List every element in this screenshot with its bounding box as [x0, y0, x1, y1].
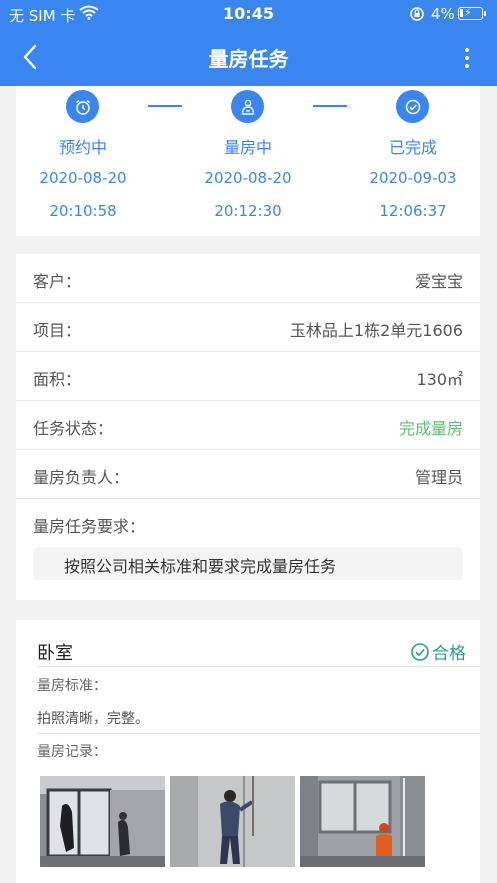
- more-button[interactable]: [458, 44, 476, 72]
- record-label: 量房记录：: [37, 744, 107, 760]
- customer-value: 爱宝宝: [414, 272, 463, 291]
- standard-label: 量房标准：: [37, 678, 107, 694]
- step-date: 2020-08-20: [204, 169, 292, 187]
- step-time: 20:10:58: [49, 202, 117, 220]
- step-label: 量房中: [223, 138, 272, 157]
- step-date: 2020-09-03: [369, 169, 457, 187]
- room-photo-window[interactable]: [40, 776, 165, 867]
- customer-label: 客户：: [33, 272, 82, 291]
- requirement-label: 量房任务要求：: [33, 517, 146, 536]
- manager-value: 管理员: [414, 468, 463, 487]
- step-label: 预约中: [58, 138, 107, 157]
- room-card: 卧室 合格 量房标准： 拍照清晰，完整。 量房记录：: [16, 620, 480, 883]
- more-vertical-icon: [465, 48, 469, 52]
- task-info-card: 客户： 爱宝宝 项目： 玉林品上1栋2单元1606 面积： 130㎡ 任务状态：…: [16, 254, 480, 600]
- charging-bolt-icon: ⚡: [464, 6, 472, 19]
- status-bar: 无 SIM 卡 10:45 4% ⚡: [0, 0, 497, 28]
- room-name: 卧室: [37, 643, 73, 664]
- step-date: 2020-08-20: [39, 169, 127, 187]
- measure-person-icon: [231, 90, 264, 123]
- project-row: 项目： 玉林品上1栋2单元1606: [16, 303, 480, 352]
- step-time: 12:06:37: [379, 202, 447, 220]
- rotation-lock-icon: [409, 6, 425, 26]
- project-value: 玉林品上1栋2单元1606: [289, 321, 463, 340]
- room-status-text: 合格: [432, 644, 466, 664]
- task-status-value: 完成量房: [398, 419, 463, 438]
- battery-icon: ⚡: [458, 6, 486, 20]
- requirement-text: 按照公司相关标准和要求完成量房任务: [64, 557, 337, 576]
- alarm-clock-icon: [66, 90, 99, 123]
- battery-percent: 4%: [431, 5, 455, 23]
- requirement-box: 按照公司相关标准和要求完成量房任务: [33, 547, 463, 580]
- step-connector: [313, 105, 347, 107]
- task-status-label: 任务状态：: [33, 419, 114, 438]
- page-title: 量房任务: [208, 47, 289, 71]
- room-photo-worker[interactable]: [300, 776, 425, 867]
- area-value: 130㎡: [416, 370, 463, 389]
- room-photo-wall[interactable]: [170, 776, 295, 867]
- step-time: 20:12:30: [214, 202, 282, 220]
- divider: [37, 733, 480, 734]
- area-label: 面积：: [33, 370, 82, 389]
- manager-row: 量房负责人： 管理员: [16, 450, 480, 499]
- task-status-row: 任务状态： 完成量房: [16, 401, 480, 450]
- manager-label: 量房负责人：: [33, 468, 130, 487]
- check-circle-icon: [396, 90, 429, 123]
- project-label: 项目：: [33, 321, 82, 340]
- room-status-badge: 合格: [410, 639, 466, 664]
- nav-bar: 量房任务: [0, 28, 497, 86]
- standard-text: 拍照清晰，完整。: [37, 711, 149, 727]
- divider: [37, 666, 480, 667]
- progress-card: 预约中 2020-08-20 20:10:58 量房中 2020-08-20 2…: [16, 86, 480, 236]
- step-connector: [148, 105, 182, 107]
- step-label: 已完成: [388, 138, 437, 157]
- check-circle-icon: [411, 642, 429, 661]
- customer-row: 客户： 爱宝宝: [16, 254, 480, 303]
- area-row: 面积： 130㎡: [16, 352, 480, 401]
